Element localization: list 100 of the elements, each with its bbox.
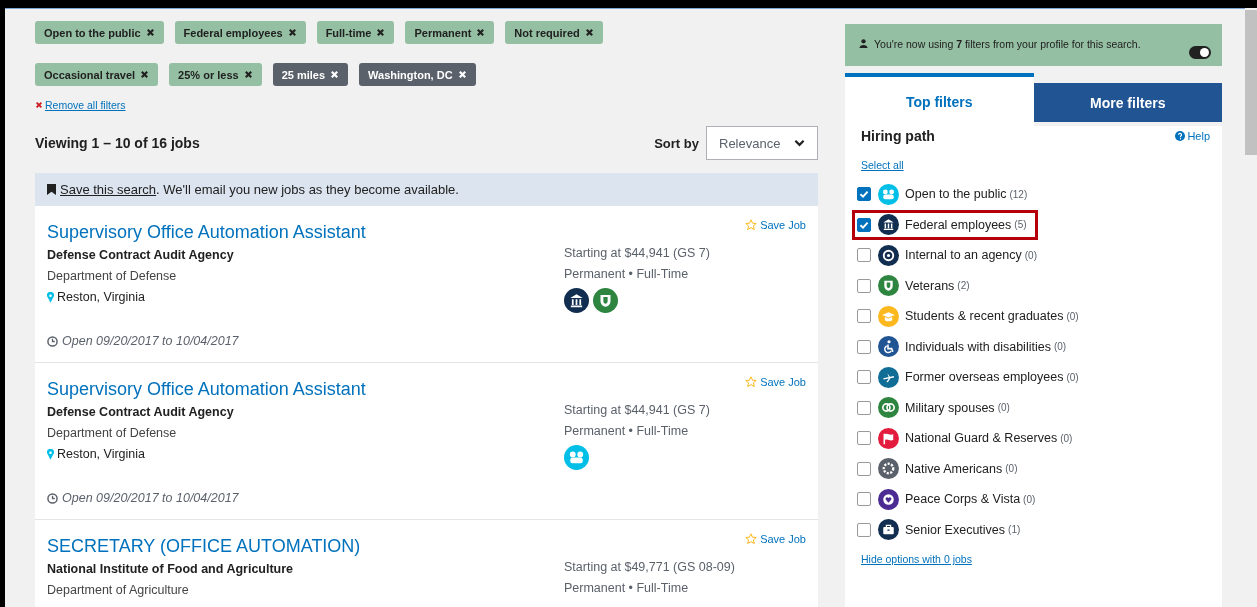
save-search-link[interactable]: Save this search bbox=[60, 182, 157, 197]
checkbox[interactable] bbox=[857, 522, 871, 537]
checkbox[interactable] bbox=[857, 339, 871, 354]
filter-chip[interactable]: 25 miles bbox=[272, 63, 349, 86]
option-count: (0) bbox=[1023, 493, 1036, 505]
job-title-link[interactable]: SECRETARY (OFFICE AUTOMATION) bbox=[47, 536, 564, 557]
agency-name: National Institute of Food and Agriculture bbox=[47, 561, 295, 578]
salary-text: Starting at $44,941 (GS 7) bbox=[564, 402, 711, 419]
clock-icon bbox=[47, 492, 58, 504]
filter-chip[interactable]: Occasional travel bbox=[35, 63, 159, 86]
checkbox[interactable] bbox=[857, 217, 871, 232]
option-label: Former overseas employees bbox=[905, 370, 1064, 385]
option-label: National Guard & Reserves bbox=[905, 431, 1058, 446]
department-name: Department of Defense bbox=[47, 425, 178, 442]
checkbox[interactable] bbox=[857, 187, 871, 202]
option-label: Peace Corps & Vista bbox=[905, 492, 1021, 507]
close-icon bbox=[35, 101, 43, 109]
close-icon bbox=[140, 70, 150, 79]
close-icon bbox=[476, 28, 486, 37]
help-icon bbox=[1175, 131, 1186, 141]
save-job-button[interactable]: Save Job bbox=[745, 219, 806, 231]
schedule-text: Permanent • Full-Time bbox=[564, 266, 690, 283]
option-label: Federal employees bbox=[905, 217, 1012, 232]
map-pin-icon bbox=[47, 449, 54, 460]
salary-text: Starting at $49,771 (GS 08-09) bbox=[564, 559, 736, 576]
scrollbar-thumb[interactable] bbox=[1245, 10, 1257, 155]
option-count: (5) bbox=[1014, 219, 1027, 231]
option-count: (0) bbox=[997, 402, 1010, 414]
star-icon bbox=[745, 376, 758, 388]
close-icon bbox=[376, 28, 386, 37]
filter-tab[interactable]: Top filters bbox=[845, 73, 1034, 126]
option-label: Individuals with disabilities bbox=[905, 339, 1051, 354]
save-job-button[interactable]: Save Job bbox=[745, 376, 806, 388]
open-dates: Open 09/20/2017 to 10/04/2017 bbox=[62, 334, 239, 348]
option-label: Internal to an agency bbox=[905, 248, 1022, 263]
section-heading: Hiring path bbox=[861, 128, 935, 144]
open-dates: Open 09/20/2017 to 10/04/2017 bbox=[62, 491, 239, 505]
filter-chip[interactable]: Full-time bbox=[316, 21, 395, 44]
close-icon bbox=[584, 28, 594, 37]
sort-label: Sort by bbox=[654, 135, 699, 151]
department-name: Department of Defense bbox=[47, 268, 178, 285]
sort-dropdown[interactable]: Relevance bbox=[706, 126, 818, 160]
option-label: Students & recent graduates bbox=[905, 309, 1064, 324]
checkbox[interactable] bbox=[857, 431, 871, 446]
option-label: Military spouses bbox=[905, 400, 995, 415]
profile-filters-message: You're now using 7 filters from your profile for this search. bbox=[874, 38, 1142, 50]
option-label: Senior Executives bbox=[905, 522, 1006, 537]
option-label: Veterans bbox=[905, 278, 955, 293]
job-location: Reston, Virginia bbox=[57, 289, 145, 306]
star-icon bbox=[745, 219, 758, 231]
close-icon bbox=[243, 70, 253, 79]
job-title-link[interactable]: Supervisory Office Automation Assistant bbox=[47, 222, 564, 243]
save-search-message: Save this search. We'll email you new jobs as they become available. bbox=[60, 182, 459, 197]
option-label: Native Americans bbox=[905, 461, 1003, 476]
checkbox[interactable] bbox=[857, 492, 871, 507]
checkbox[interactable] bbox=[857, 461, 871, 476]
checkbox[interactable] bbox=[857, 248, 871, 263]
schedule-text: Permanent • Full-Time bbox=[564, 580, 690, 597]
option-label: Open to the public bbox=[905, 187, 1007, 202]
checkbox[interactable] bbox=[857, 309, 871, 324]
option-count: (1) bbox=[1008, 524, 1021, 536]
filter-chip[interactable]: Federal employees bbox=[174, 21, 306, 44]
user-icon bbox=[859, 39, 868, 48]
checkbox[interactable] bbox=[857, 400, 871, 415]
results-summary: Viewing 1 – 10 of 16 jobs bbox=[35, 135, 201, 151]
checkbox[interactable] bbox=[857, 370, 871, 385]
help-link[interactable]: Help bbox=[1175, 130, 1210, 142]
filter-tab[interactable]: More filters bbox=[1033, 83, 1222, 122]
filter-chip[interactable]: Open to the public bbox=[35, 21, 164, 44]
filter-chip[interactable]: Permanent bbox=[405, 21, 495, 44]
checkbox[interactable] bbox=[857, 278, 871, 293]
filter-chip[interactable]: Not required bbox=[505, 21, 603, 44]
close-icon bbox=[330, 70, 340, 79]
filter-chip[interactable]: Washington, DC bbox=[359, 63, 476, 86]
option-count: (0) bbox=[1066, 371, 1079, 383]
schedule-text: Permanent • Full-Time bbox=[564, 423, 690, 440]
agency-name: Defense Contract Audit Agency bbox=[47, 404, 235, 421]
job-title-link[interactable]: Supervisory Office Automation Assistant bbox=[47, 379, 564, 400]
select-all-link[interactable]: Select all bbox=[861, 159, 904, 171]
option-count: (0) bbox=[1053, 341, 1067, 353]
department-name: Department of Agriculture bbox=[47, 582, 190, 599]
chevron-down-icon bbox=[794, 139, 805, 147]
star-icon bbox=[745, 533, 758, 545]
toggle-switch[interactable] bbox=[1189, 46, 1211, 59]
option-count: (0) bbox=[1060, 432, 1073, 444]
option-count: (0) bbox=[1005, 463, 1018, 475]
clock-icon bbox=[47, 335, 58, 347]
save-job-button[interactable]: Save Job bbox=[745, 533, 806, 545]
map-pin-icon bbox=[47, 292, 54, 303]
option-count: (2) bbox=[957, 280, 970, 292]
bookmark-icon bbox=[47, 184, 56, 195]
close-icon bbox=[145, 28, 155, 37]
option-count: (0) bbox=[1024, 249, 1037, 261]
close-icon bbox=[287, 28, 297, 37]
salary-text: Starting at $44,941 (GS 7) bbox=[564, 245, 711, 262]
sort-value: Relevance bbox=[719, 135, 781, 151]
filter-chip[interactable]: 25% or less bbox=[169, 63, 262, 86]
remove-all-filters-link[interactable]: Remove all filters bbox=[45, 99, 126, 111]
job-location: Reston, Virginia bbox=[57, 446, 145, 463]
hide-options-link[interactable]: Hide options with 0 jobs bbox=[861, 553, 972, 565]
